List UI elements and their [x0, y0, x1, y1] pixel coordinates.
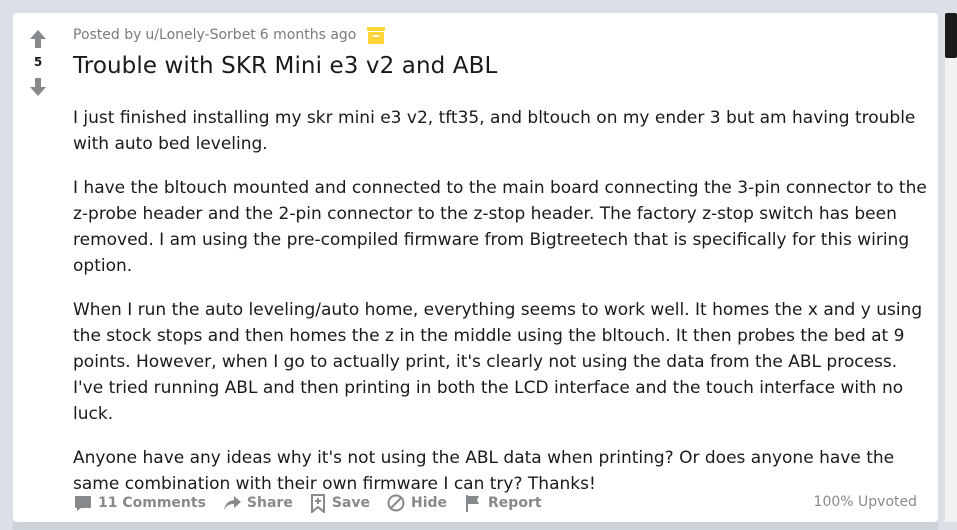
scrollbar-track[interactable] — [945, 13, 957, 522]
flag-icon — [466, 495, 480, 512]
report-label: Report — [488, 495, 542, 511]
post-title[interactable]: Trouble with SKR Mini e3 v2 and ABL — [73, 53, 497, 79]
comment-bubble-icon — [75, 496, 91, 511]
report-button[interactable]: Report — [463, 493, 542, 513]
post-actions: 11 Comments Share Save Hide Report — [73, 491, 542, 515]
save-button[interactable]: Save — [309, 493, 370, 513]
comments-button[interactable]: 11 Comments — [73, 493, 206, 513]
save-label: Save — [331, 495, 370, 511]
arrow-up-icon — [30, 30, 46, 48]
hide-circle-slash-icon — [387, 494, 405, 512]
post-meta: Posted by u/Lonely-Sorbet 6 months ago — [73, 25, 386, 45]
paragraph: I just finished installing my skr mini e… — [73, 108, 916, 154]
hide-label: Hide — [410, 495, 448, 511]
bookmark-plus-icon — [310, 494, 325, 513]
next-card-edge — [13, 522, 938, 530]
post-body: I just finished installing my skr mini e… — [73, 105, 928, 515]
post-time[interactable]: 6 months ago — [260, 27, 357, 43]
share-label: Share — [246, 495, 293, 511]
share-button[interactable]: Share — [222, 493, 293, 513]
vote-score: 5 — [33, 55, 43, 69]
paragraph: Anyone have any ideas why it's not using… — [73, 448, 895, 494]
share-arrow-icon — [223, 496, 241, 510]
author-link[interactable]: u/Lonely-Sorbet — [145, 27, 255, 43]
upvote-ratio: 100% Upvoted — [813, 494, 917, 510]
upvote-button[interactable] — [28, 27, 48, 51]
comments-label: 11 Comments — [98, 495, 206, 511]
arrow-down-icon — [30, 78, 46, 96]
post-card: 5 Posted by u/Lonely-Sorbet 6 months ago… — [13, 13, 938, 522]
scrollbar-thumb[interactable] — [945, 13, 957, 58]
hide-button[interactable]: Hide — [386, 493, 447, 513]
vote-column: 5 — [13, 13, 63, 522]
paragraph: I have the bltouch mounted and connected… — [73, 178, 927, 276]
archive-box-icon — [366, 25, 386, 45]
downvote-button[interactable] — [28, 75, 48, 99]
paragraph: When I run the auto leveling/auto home, … — [73, 300, 923, 424]
meta-prefix: Posted by — [73, 27, 142, 43]
